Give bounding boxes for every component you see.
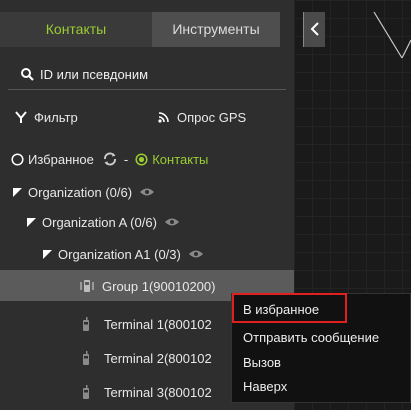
eye-icon[interactable] — [163, 216, 181, 228]
tree-item-label: Terminal 2(800102 — [104, 350, 212, 366]
filter-toolbar: Фильтр Опрос GPS — [0, 102, 294, 132]
group-icon — [78, 277, 96, 295]
tree-item-group-1[interactable]: Group 1(90010200) — [78, 272, 215, 300]
eye-icon[interactable] — [138, 186, 156, 198]
rss-icon — [157, 110, 171, 124]
tree-item-terminal-2[interactable]: Terminal 2(800102 — [80, 344, 212, 372]
tree-item-organization[interactable]: Organization (0/6) — [12, 178, 156, 206]
tab-contacts[interactable]: Контакты — [0, 12, 152, 47]
radio-checked-icon[interactable] — [134, 152, 148, 166]
refresh-icon[interactable] — [102, 151, 118, 167]
radio-terminal-icon — [80, 350, 92, 366]
tree-item-label: Organization A (0/6) — [42, 214, 157, 230]
tab-tools[interactable]: Инструменты — [152, 12, 280, 47]
sidebar-tabs: Контакты Инструменты — [0, 12, 294, 47]
tree-item-label: Terminal 1(800102 — [104, 316, 212, 332]
filter-label: Фильтр — [34, 109, 78, 125]
radio-unchecked-icon[interactable] — [10, 152, 24, 166]
tree-item-label: Group 1(90010200) — [102, 278, 216, 294]
tree-item-organization-a[interactable]: Organization A (0/6) — [26, 208, 181, 236]
search-input[interactable]: ID или псевдоним — [8, 60, 286, 90]
tree-item-terminal-1[interactable]: Terminal 1(800102 — [80, 310, 212, 338]
eye-icon[interactable] — [187, 248, 205, 260]
radio-terminal-icon — [80, 384, 92, 400]
radio-separator: - — [123, 151, 129, 167]
menu-item-send-message[interactable]: Отправить сообщение — [243, 328, 379, 348]
tree-item-terminal-3[interactable]: Terminal 3(800102 — [80, 378, 212, 406]
menu-item-call[interactable]: Вызов — [243, 353, 281, 373]
tree-item-label: Organization (0/6) — [28, 184, 133, 200]
radio-terminal-icon — [80, 316, 92, 332]
filter-icon — [14, 110, 28, 124]
search-placeholder: ID или псевдоним — [40, 67, 149, 82]
gps-poll-button[interactable]: Опрос GPS — [157, 110, 246, 125]
favorites-radio-label[interactable]: Избранное — [28, 152, 94, 167]
expand-triangle-icon[interactable] — [42, 249, 52, 259]
gps-label: Опрос GPS — [177, 109, 247, 125]
tree-item-organization-a1[interactable]: Organization A1 (0/3) — [42, 240, 205, 268]
chevron-left-icon — [309, 22, 321, 36]
menu-item-highlight-box — [232, 293, 347, 323]
collapse-panel-button[interactable] — [303, 12, 325, 47]
filter-button[interactable]: Фильтр — [14, 110, 78, 125]
search-icon — [20, 68, 34, 82]
tree-item-label: Terminal 3(800102 — [104, 384, 212, 400]
menu-item-move-top[interactable]: Наверх — [243, 377, 287, 397]
contacts-mode-radio-group: Избранное - Контакты — [0, 144, 294, 174]
expand-triangle-icon[interactable] — [12, 187, 22, 197]
expand-triangle-icon[interactable] — [26, 217, 36, 227]
contacts-radio-label[interactable]: Контакты — [152, 152, 208, 167]
tree-item-label: Organization A1 (0/3) — [58, 246, 181, 262]
